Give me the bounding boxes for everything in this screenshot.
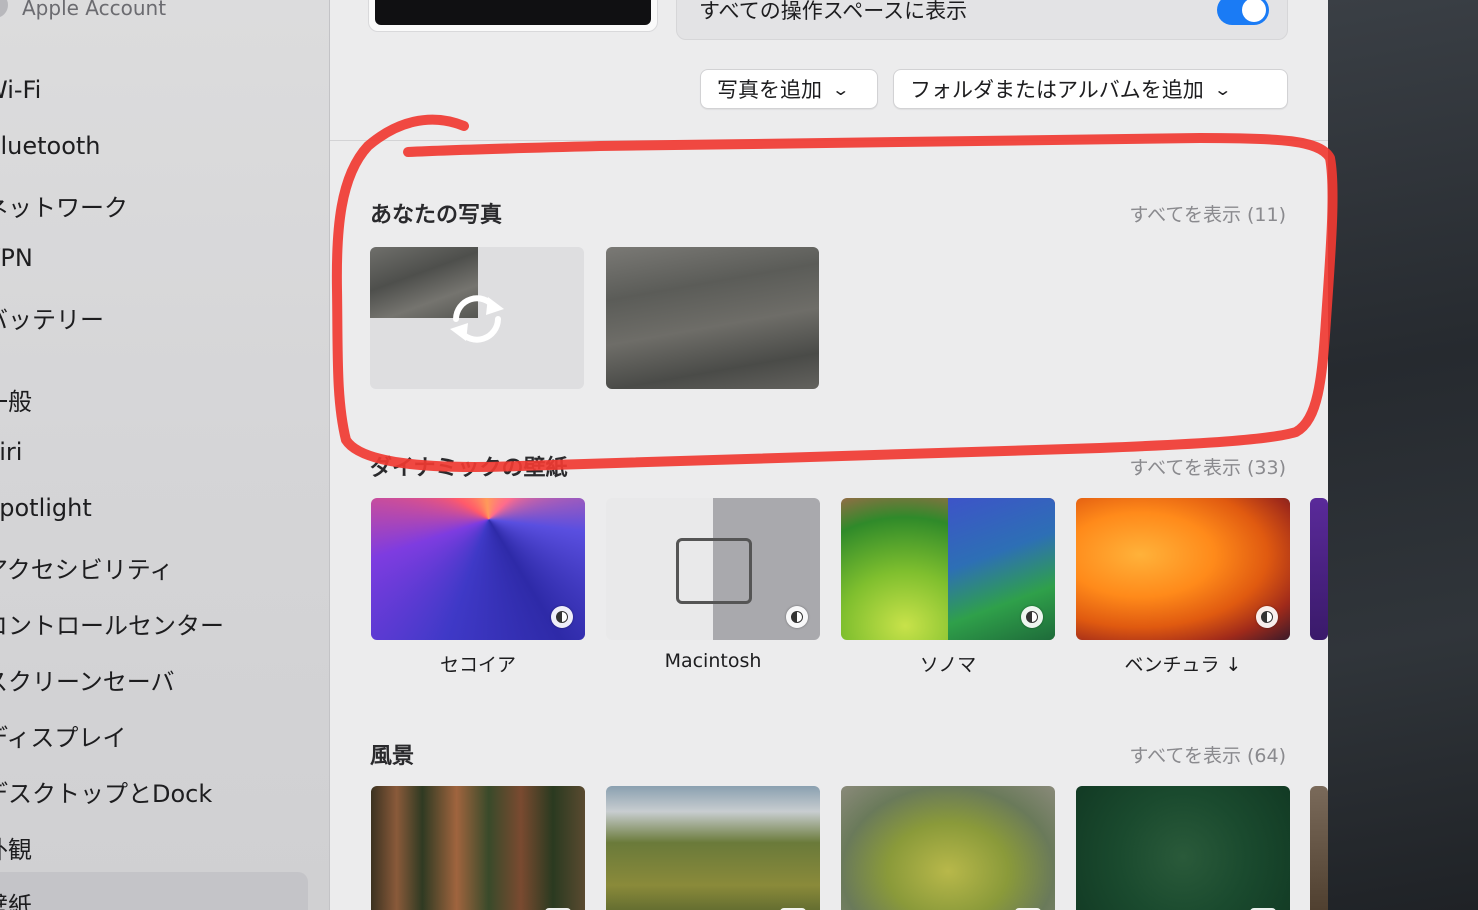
dynamic-wallpaper-icon — [786, 606, 808, 628]
sidebar-item-display[interactable]: ディスプレイ — [0, 718, 126, 753]
wallpaper-tile-partial[interactable] — [1310, 498, 1328, 640]
landscape-show-all-link[interactable]: すべてを表示 (64) — [1129, 741, 1286, 768]
wallpaper-label-ventura: ベンチュラ ↓ — [1124, 654, 1242, 676]
refresh-icon — [450, 295, 504, 343]
show-all-spaces-label: すべての操作スペースに表示 — [699, 0, 968, 23]
sidebar-item-wifi[interactable]: Wi-Fi — [0, 76, 41, 104]
sidebar-item-appearance[interactable]: 外観 — [0, 830, 32, 865]
dynamic-wallpaper-icon — [1021, 606, 1043, 628]
sidebar-item-accessibility[interactable]: アクセシビリティ — [0, 550, 173, 585]
show-all-spaces-toggle[interactable] — [1217, 0, 1269, 25]
macintosh-illustration — [676, 538, 752, 604]
landscape-tile-hills[interactable] — [606, 786, 820, 910]
wallpaper-tile-macintosh[interactable] — [606, 498, 820, 640]
sidebar-item-bluetooth[interactable]: Bluetooth — [0, 132, 101, 160]
sidebar-item-desktop-dock[interactable]: デスクトップとDock — [0, 774, 212, 809]
dynamic-wallpapers-title: ダイナミックの壁紙 — [370, 456, 568, 481]
settings-sidebar: Apple Account Wi-Fi Bluetooth ネットワーク VPN… — [0, 0, 330, 910]
add-folder-album-button[interactable]: フォルダまたはアルバムを追加 ⌄ — [893, 69, 1288, 109]
wallpaper-tile-ventura[interactable] — [1076, 498, 1290, 640]
toggle-knob — [1242, 0, 1266, 22]
dynamic-wallpaper-icon — [551, 606, 573, 628]
sidebar-item-control-center[interactable]: コントロールセンター — [0, 606, 224, 641]
dynamic-show-all-link[interactable]: すべてを表示 (33) — [1129, 453, 1286, 480]
landscape-title: 風景 — [370, 744, 415, 769]
landscape-tile-mountains[interactable] — [841, 786, 1055, 910]
sidebar-item-battery[interactable]: バッテリー — [0, 300, 104, 335]
your-photos-show-all-link[interactable]: すべてを表示 (11) — [1129, 200, 1286, 227]
landscape-tile-treetops[interactable] — [1076, 786, 1290, 910]
wallpaper-tile-sonoma[interactable] — [841, 498, 1055, 640]
desktop-background — [1328, 0, 1478, 910]
sidebar-item-network[interactable]: ネットワーク — [0, 188, 128, 223]
current-wallpaper-image — [375, 0, 651, 25]
add-photo-button[interactable]: 写真を追加 ⌄ — [700, 69, 878, 109]
current-wallpaper-preview — [368, 0, 658, 32]
landscape-tile-partial[interactable] — [1310, 786, 1328, 910]
sidebar-item-screensaver[interactable]: スクリーンセーバ — [0, 662, 175, 697]
sidebar-item-spotlight[interactable]: Spotlight — [0, 494, 92, 522]
add-folder-label: フォルダまたはアルバムを追加 — [910, 78, 1204, 102]
sidebar-item-general[interactable]: 一般 — [0, 382, 32, 417]
add-photo-label: 写真を追加 — [717, 78, 822, 102]
photo-tile-loading[interactable] — [370, 247, 584, 389]
section-divider — [330, 140, 1328, 141]
wallpaper-label-sequoia: セコイア — [439, 654, 516, 676]
wallpaper-label-macintosh: Macintosh — [664, 650, 762, 672]
photo-tile-water[interactable] — [606, 247, 819, 389]
wallpaper-settings-pane: すべての操作スペースに表示 写真を追加 ⌄ フォルダまたはアルバムを追加 ⌄ あ… — [330, 0, 1328, 910]
sidebar-item-wallpaper[interactable]: 壁紙 — [0, 886, 32, 910]
show-all-spaces-row: すべての操作スペースに表示 — [676, 0, 1288, 40]
chevron-down-icon: ⌄ — [1213, 79, 1232, 99]
your-photos-title: あなたの写真 — [370, 203, 503, 228]
dynamic-wallpaper-icon — [1256, 606, 1278, 628]
sidebar-item-vpn[interactable]: VPN — [0, 244, 33, 272]
wallpaper-tile-sequoia[interactable] — [371, 498, 585, 640]
landscape-tile-forest[interactable] — [371, 786, 585, 910]
sidebar-selected-highlight — [0, 872, 308, 910]
account-avatar[interactable] — [0, 0, 8, 18]
sidebar-item-siri[interactable]: Siri — [0, 438, 22, 466]
wallpaper-label-sonoma: ソノマ — [919, 654, 977, 676]
sidebar-item-apple-account[interactable]: Apple Account — [22, 0, 166, 20]
chevron-down-icon: ⌄ — [831, 79, 851, 99]
